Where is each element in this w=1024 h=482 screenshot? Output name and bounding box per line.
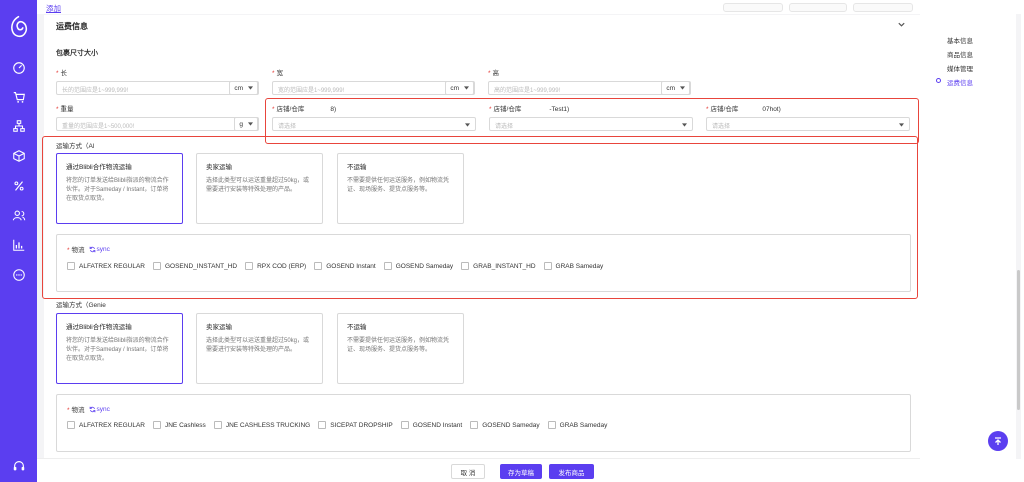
anchor-basic-info[interactable]: 基本信息 [947, 35, 973, 45]
percent-icon[interactable] [9, 176, 28, 195]
active-dot-icon [936, 78, 941, 83]
shipping-method-label: 运输方式（Genie [56, 302, 106, 309]
weight-unit-select[interactable]: g [234, 117, 258, 131]
anchor-media[interactable]: 媒体管理 [947, 63, 973, 73]
save-draft-button[interactable]: 存为草稿 [500, 464, 542, 479]
section-title: 运费信息 [56, 22, 88, 31]
carrier-checkbox[interactable]: JNE CASHLESS TRUCKING [213, 421, 310, 429]
carrier-list: ALFATREX REGULAR JNE Cashless JNE CASHLE… [67, 421, 607, 429]
anchor-product-info[interactable]: 商品信息 [947, 49, 973, 59]
carrier-checkbox[interactable]: JNE Cashless [152, 421, 206, 429]
arrow-up-icon [995, 437, 1001, 445]
weight-input[interactable]: 重量的范围应是1~500,000! g [56, 117, 259, 131]
weight-label: * 重量 [56, 106, 74, 113]
annotation-highlight-shipping [42, 136, 918, 299]
box-icon[interactable] [9, 146, 28, 165]
chevron-down-icon[interactable] [897, 20, 906, 29]
package-size-title: 包裹尺寸大小 [56, 50, 98, 57]
carrier-checkbox[interactable]: ALFATREX REGULAR [67, 421, 145, 429]
sync-button[interactable]: sync [89, 406, 110, 413]
dashboard-icon[interactable] [9, 58, 28, 77]
headset-icon[interactable] [9, 456, 28, 475]
length-unit-select[interactable]: cm [229, 81, 258, 95]
toolbar-control[interactable] [723, 3, 783, 12]
width-unit-select[interactable]: cm [445, 81, 474, 95]
length-input[interactable]: 长的范围应是1~999,999! cm [56, 81, 259, 95]
cancel-button[interactable]: 取 消 [451, 464, 485, 479]
logistics-header: * 物流 sync [67, 405, 110, 415]
anchor-nav: 基本信息 商品信息 媒体管理 运费信息 [920, 0, 1024, 482]
more-icon[interactable] [9, 265, 28, 284]
left-sidebar [0, 0, 37, 482]
toolbar-control[interactable] [853, 3, 913, 12]
carrier-checkbox[interactable]: SICEPAT DROPSHIP [318, 421, 393, 429]
carrier-checkbox[interactable]: GRAB Sameday [547, 421, 607, 429]
publish-button[interactable]: 发布商品 [549, 464, 594, 479]
ship-option-blibli[interactable]: 通过Blibli合作物流运输 将您的订单发送给Blibli指派的物流合作伙伴。对… [56, 313, 183, 384]
logistics-panel: * 物流 sync ALFATREX REGULAR JNE Cashless J… [56, 394, 911, 452]
users-icon[interactable] [9, 205, 28, 224]
caret-down-icon [248, 122, 253, 126]
bar-chart-icon[interactable] [9, 235, 28, 254]
back-to-top-button[interactable] [988, 431, 1008, 451]
carrier-checkbox[interactable]: GOSEND Sameday [470, 421, 540, 429]
height-label: * 高 [488, 70, 500, 77]
ship-option-seller[interactable]: 卖家运输 选择此类型可以运送重量超过50kg，或需要进行安装等特殊处理的产品。 [196, 313, 323, 384]
width-label: * 宽 [272, 70, 284, 77]
scrollbar-thumb[interactable] [1017, 270, 1020, 410]
carrier-checkbox[interactable]: GOSEND Instant [400, 421, 462, 429]
caret-down-icon [680, 86, 685, 90]
caret-down-icon [464, 86, 469, 90]
sync-icon [89, 406, 95, 412]
caret-down-icon [248, 86, 253, 90]
footer-bar: 取 消 存为草稿 发布商品 [37, 458, 920, 482]
ship-option-none[interactable]: 不运输 不需要提供任何运送服务，例如物流凭证、现场服务、提货点服务等。 [337, 313, 464, 384]
toolbar-control[interactable] [789, 3, 847, 12]
cart-icon[interactable] [9, 87, 28, 106]
height-unit-select[interactable]: cm [661, 81, 690, 95]
top-bar: 添加 [37, 0, 920, 14]
brand-logo-icon [11, 15, 28, 38]
anchor-shipping-info[interactable]: 运费信息 [947, 77, 973, 87]
org-chart-icon[interactable] [9, 116, 28, 135]
width-input[interactable]: 宽的范围应是1~999,999! cm [272, 81, 475, 95]
height-input[interactable]: 高的范围应是1~999,999! cm [488, 81, 691, 95]
add-link[interactable]: 添加 [46, 3, 61, 14]
length-label: * 长 [56, 70, 68, 77]
